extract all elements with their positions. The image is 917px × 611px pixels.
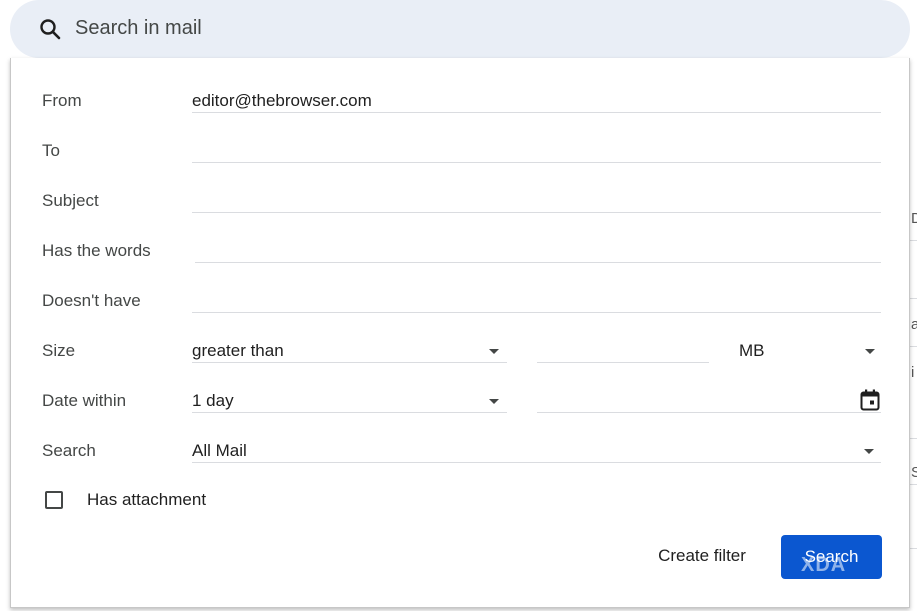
search-icon[interactable] bbox=[38, 17, 62, 41]
date-field[interactable] bbox=[537, 389, 881, 413]
date-within-select[interactable]: 1 day bbox=[192, 389, 507, 413]
chevron-down-icon bbox=[489, 349, 499, 354]
subject-label: Subject bbox=[42, 191, 99, 210]
from-value: editor@thebrowser.com bbox=[192, 91, 372, 110]
size-operator-select[interactable]: greater than bbox=[192, 339, 507, 363]
from-field[interactable]: editor@thebrowser.com bbox=[192, 89, 881, 113]
chevron-down-icon bbox=[864, 449, 874, 454]
to-label: To bbox=[42, 141, 60, 160]
size-label: Size bbox=[42, 341, 76, 360]
calendar-icon[interactable] bbox=[860, 389, 880, 411]
search-scope-value: All Mail bbox=[192, 441, 247, 460]
mail-search-bar[interactable]: Search in mail bbox=[10, 0, 910, 58]
background-mail-list-edge: D a i S bbox=[909, 58, 917, 611]
size-value-field[interactable] bbox=[537, 339, 709, 363]
search-scope-label: Search bbox=[42, 441, 96, 460]
search-placeholder[interactable]: Search in mail bbox=[75, 17, 202, 40]
chevron-down-icon bbox=[865, 349, 875, 354]
doesnt-have-label: Doesn't have bbox=[42, 291, 141, 310]
search-scope-select[interactable]: All Mail bbox=[192, 439, 881, 463]
has-words-field[interactable] bbox=[195, 239, 881, 263]
date-within-value: 1 day bbox=[192, 391, 234, 410]
advanced-search-panel: From editor@thebrowser.com To Subject Ha… bbox=[10, 58, 910, 608]
create-filter-button[interactable]: Create filter bbox=[641, 536, 763, 576]
size-unit-value: MB bbox=[739, 341, 765, 360]
size-unit-select[interactable]: MB bbox=[739, 339, 881, 363]
doesnt-have-field[interactable] bbox=[192, 289, 881, 313]
has-attachment-label[interactable]: Has attachment bbox=[87, 490, 206, 510]
xda-watermark: XDA bbox=[801, 554, 847, 576]
size-operator-value: greater than bbox=[192, 341, 284, 360]
has-attachment-checkbox[interactable] bbox=[45, 491, 63, 509]
from-label: From bbox=[42, 91, 82, 110]
date-within-label: Date within bbox=[42, 391, 127, 410]
to-field[interactable] bbox=[192, 139, 881, 163]
has-words-label: Has the words bbox=[42, 241, 151, 260]
chevron-down-icon bbox=[489, 399, 499, 404]
subject-field[interactable] bbox=[192, 189, 881, 213]
